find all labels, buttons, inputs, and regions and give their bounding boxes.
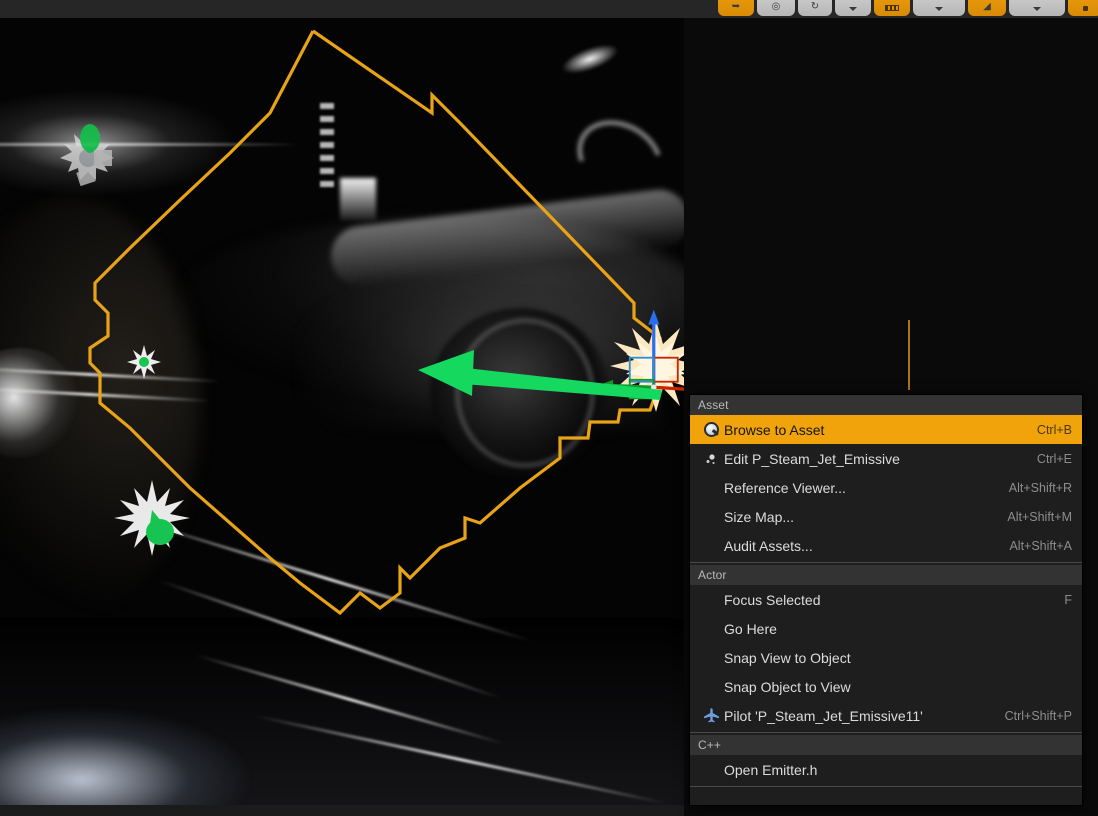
viewport-scene (0, 18, 684, 805)
chevron-down-icon (935, 7, 943, 11)
menu-item-shortcut: Ctrl+Shift+P (1005, 709, 1072, 723)
angle-snap-value-button[interactable] (1009, 0, 1065, 16)
menu-item-shortcut: Alt+Shift+R (1009, 481, 1072, 495)
menu-divider (690, 786, 1082, 787)
viewport-orange-marker (908, 320, 910, 390)
move-icon: ◎ (772, 2, 781, 12)
coordinate-space-button[interactable] (835, 0, 871, 16)
browse-to-asset[interactable]: Browse to Asset Ctrl+B (690, 415, 1082, 444)
grid-icon (885, 5, 899, 11)
menu-item-label: Pilot 'P_Steam_Jet_Emissive11' (724, 708, 989, 724)
rotate-mode-button[interactable]: ↻ (798, 0, 832, 16)
asset-section-header: Asset (690, 395, 1082, 415)
size-map[interactable]: Size Map... Alt+Shift+M (690, 502, 1082, 531)
reference-viewer[interactable]: Reference Viewer... Alt+Shift+R (690, 473, 1082, 502)
dot-icon (1083, 6, 1088, 11)
rotate-icon: ↻ (811, 2, 819, 12)
menu-item-shortcut: Ctrl+E (1037, 452, 1072, 466)
viewport-toolbar: ➥ ◎ ↻ ◢ (0, 0, 1098, 18)
scene-light-streak (0, 143, 300, 146)
unreal-editor-screen: ➥ ◎ ↻ ◢ (0, 0, 1098, 816)
menu-item-shortcut: Alt+Shift+A (1009, 539, 1072, 553)
angle-snap-button[interactable]: ◢ (968, 0, 1006, 16)
menu-item-label: Snap Object to View (698, 679, 1056, 695)
particle-sprite-lower[interactable] (112, 478, 192, 558)
menu-item-label: Edit P_Steam_Jet_Emissive (724, 451, 1021, 467)
chevron-down-icon (1033, 7, 1041, 11)
menu-divider (690, 732, 1082, 733)
airplane-icon (698, 707, 724, 724)
scene-lamp (340, 178, 376, 220)
menu-item-label: Snap View to Object (698, 650, 1056, 666)
menu-item-label: Open Emitter.h (698, 762, 1056, 778)
menu-item-label: Browse to Asset (724, 422, 1021, 438)
pilot-actor[interactable]: Pilot 'P_Steam_Jet_Emissive11' Ctrl+Shif… (690, 701, 1082, 730)
focus-selected[interactable]: Focus Selected F (690, 585, 1082, 614)
edit-asset[interactable]: Edit P_Steam_Jet_Emissive Ctrl+E (690, 444, 1082, 473)
scene-panel-lights (320, 103, 334, 193)
context-menu[interactable]: Asset Browse to Asset Ctrl+B Edit P_Stea… (689, 394, 1083, 806)
magnifier-icon (698, 422, 724, 437)
menu-item-shortcut: Ctrl+B (1037, 423, 1072, 437)
menu-item-label: Focus Selected (698, 592, 1048, 608)
scene-highlight-a (558, 38, 622, 79)
menu-item-label: Go Here (698, 621, 1056, 637)
menu-item-label: Reference Viewer... (698, 480, 993, 496)
menu-item-label: Audit Assets... (698, 538, 993, 554)
grid-snap-button[interactable] (874, 0, 910, 16)
menu-divider (690, 562, 1082, 563)
snap-view-to-object[interactable]: Snap View to Object (690, 643, 1082, 672)
menu-item-clipped[interactable] (690, 789, 1082, 805)
open-emitter-header[interactable]: Open Emitter.h (690, 755, 1082, 784)
menu-item-shortcut: Alt+Shift+M (1007, 510, 1072, 524)
level-viewport[interactable] (0, 18, 684, 805)
go-here[interactable]: Go Here (690, 614, 1082, 643)
scale-snap-button[interactable] (1068, 0, 1098, 16)
audit-assets[interactable]: Audit Assets... Alt+Shift+A (690, 531, 1082, 560)
angle-icon: ◢ (983, 2, 991, 12)
grid-snap-value-button[interactable] (913, 0, 965, 16)
select-mode-button[interactable]: ➥ (718, 0, 754, 16)
menu-item-label: Size Map... (698, 509, 991, 525)
drag-arrow (410, 338, 670, 418)
chevron-down-icon (849, 7, 857, 11)
translate-mode-button[interactable]: ◎ (757, 0, 795, 16)
particle-sprite-mid[interactable] (126, 344, 162, 380)
actor-section-header: Actor (690, 565, 1082, 585)
particle-icon (698, 452, 724, 466)
cursor-icon: ➥ (732, 2, 740, 12)
snap-object-to-view[interactable]: Snap Object to View (690, 672, 1082, 701)
cpp-section-header: C++ (690, 735, 1082, 755)
particle-emitter-sprite-topleft[interactable] (48, 116, 128, 196)
menu-item-shortcut: F (1064, 593, 1072, 607)
scene-ground-splash (0, 708, 250, 805)
